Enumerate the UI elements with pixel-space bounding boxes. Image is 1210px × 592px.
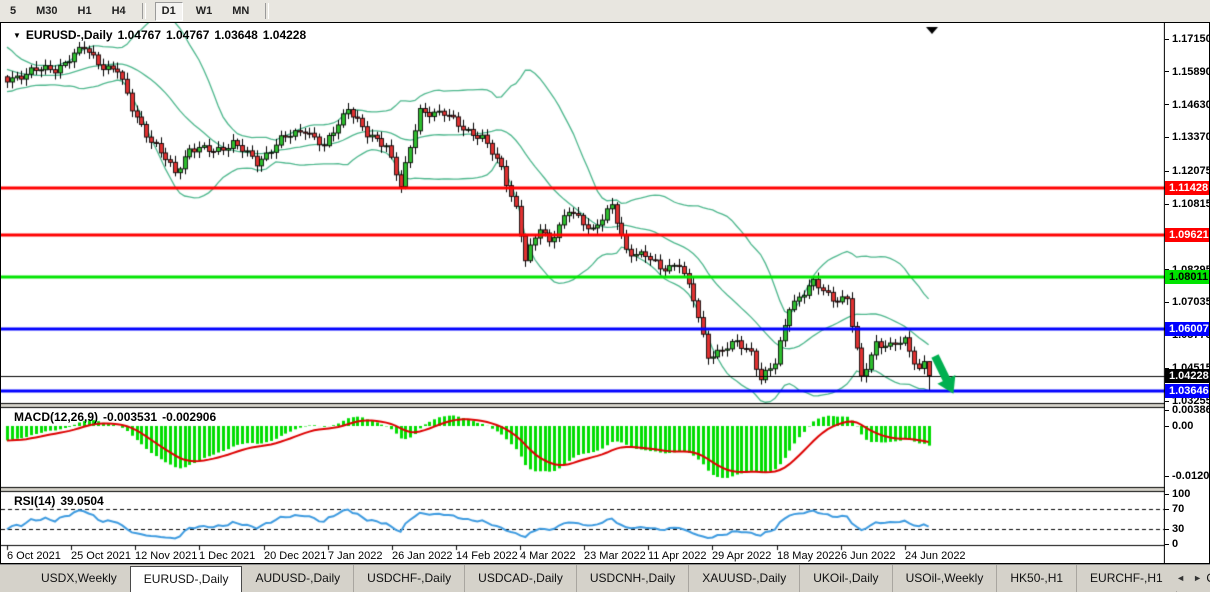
rsi-title: RSI(14) 39.0504	[14, 494, 109, 508]
rsi-axis-tick: 30	[1165, 523, 1184, 536]
price-chart[interactable]	[1, 23, 1165, 563]
timeframe-button-m30[interactable]: M30	[29, 2, 64, 21]
price-level-badge-1.06007: 1.06007	[1165, 322, 1209, 336]
dropdown-triangle-icon[interactable]: ▼	[13, 31, 21, 40]
tab-usdcnh-daily[interactable]: USDCNH-,Daily	[576, 565, 688, 592]
timeframe-button-h1[interactable]: H1	[71, 2, 99, 21]
timeframe-toolbar: 5 M30 H1 H4 D1 W1 MN	[0, 0, 1210, 23]
timeframe-button-h4[interactable]: H4	[105, 2, 133, 21]
tab-audusd-daily[interactable]: AUDUSD-,Daily	[242, 565, 353, 592]
tab-scroll-right-icon[interactable]: ►	[1193, 573, 1202, 583]
timeframe-button-mn[interactable]: MN	[225, 2, 256, 21]
ohlc-low: 1.03648	[214, 28, 257, 42]
macd-axis-tick: -0.01208	[1165, 470, 1210, 483]
price-level-badge-1.03646: 1.03646	[1165, 384, 1209, 398]
tab-hk50-h1[interactable]: HK50-,H1	[996, 565, 1076, 592]
toolbar-separator	[142, 3, 146, 19]
price-tick: 1.12075	[1165, 165, 1210, 178]
toolbar-separator	[265, 3, 269, 19]
price-level-badge-1.11428: 1.11428	[1165, 181, 1209, 195]
macd-signal-value: -0.002906	[162, 410, 216, 424]
tab-scroll-left-icon[interactable]: ◄	[1176, 573, 1185, 583]
ohlc-close: 1.04228	[263, 28, 306, 42]
rsi-value: 39.0504	[60, 494, 103, 508]
ohlc-open: 1.04767	[118, 28, 161, 42]
rsi-axis-tick: 100	[1165, 488, 1190, 501]
chart-window: ▼ EURUSD-,Daily 1.04767 1.04767 1.03648 1.042…	[0, 22, 1210, 564]
price-tick: 1.07035	[1165, 296, 1210, 309]
timeframe-button-w1[interactable]: W1	[189, 2, 220, 21]
chart-tab-bar: USDX,WeeklyEURUSD-,DailyAUDUSD-,DailyUSD…	[0, 564, 1210, 592]
timeframe-button-5[interactable]: 5	[3, 2, 23, 21]
tab-usoil-weekly[interactable]: USOil-,Weekly	[892, 565, 997, 592]
rsi-axis-tick: 0	[1165, 538, 1178, 551]
price-tick: 1.13370	[1165, 131, 1210, 144]
tab-xauusd-daily[interactable]: XAUUSD-,Daily	[688, 565, 799, 592]
price-level-badge-1.04228: 1.04228	[1165, 369, 1209, 383]
tab-eurusd-daily[interactable]: EURUSD-,Daily	[130, 566, 243, 592]
tab-usdchf-daily[interactable]: USDCHF-,Daily	[353, 565, 464, 592]
price-tick: 1.15890	[1165, 66, 1210, 79]
macd-name: MACD(12,26,9)	[14, 410, 98, 424]
price-tick: 1.10815	[1165, 198, 1210, 211]
timeframe-button-d1[interactable]: D1	[155, 2, 183, 21]
ohlc-high: 1.04767	[166, 28, 209, 42]
tab-ukoil-daily[interactable]: UKOil-,Daily	[799, 565, 891, 592]
tab-usdcad-daily[interactable]: USDCAD-,Daily	[464, 565, 576, 592]
tab-scroll-arrows: ◄ ►	[1166, 565, 1206, 591]
symbol-title: ▼ EURUSD-,Daily 1.04767 1.04767 1.03648 1.042…	[13, 28, 311, 42]
macd-axis-tick: 0.00	[1165, 420, 1193, 433]
price-axis: 1.17150 1.15890 1.14630 1.13370 1.12075 1.108…	[1165, 23, 1209, 563]
macd-value: -0.003531	[103, 410, 157, 424]
price-tick: 1.17150	[1165, 33, 1210, 46]
macd-title: MACD(12,26,9) -0.003531 -0.002906	[14, 410, 221, 424]
tab-eurchf-h1[interactable]: EURCHF-,H1	[1076, 565, 1176, 592]
rsi-axis-tick: 70	[1165, 503, 1184, 516]
tab-usdx-weekly[interactable]: USDX,Weekly	[28, 565, 130, 592]
price-tick: 1.14630	[1165, 99, 1210, 112]
symbol-name: EURUSD-,Daily	[26, 28, 113, 42]
price-level-badge-1.08011: 1.08011	[1165, 270, 1209, 284]
rsi-name: RSI(14)	[14, 494, 55, 508]
macd-axis-tick: 0.003865	[1165, 404, 1210, 417]
price-level-badge-1.09621: 1.09621	[1165, 228, 1209, 242]
